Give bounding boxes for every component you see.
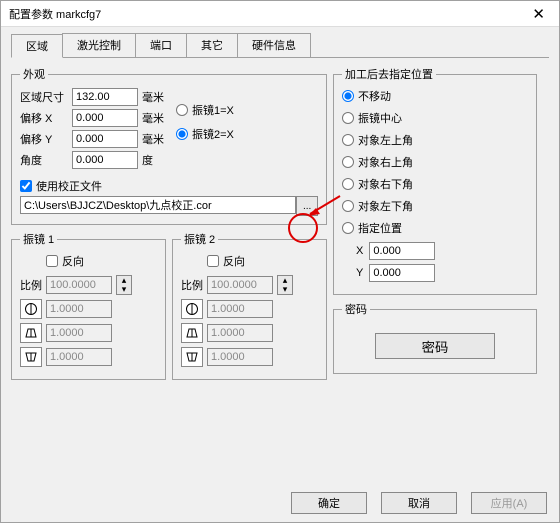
tab-laser[interactable]: 激光控制 bbox=[62, 33, 136, 57]
tab-port[interactable]: 端口 bbox=[135, 33, 187, 57]
galvo1-reverse[interactable]: 反向 bbox=[46, 253, 157, 269]
goto-opt-4[interactable]: 对象右下角 bbox=[342, 176, 528, 192]
galvo1-ratio bbox=[46, 276, 112, 294]
password-group: 密码 密码 bbox=[333, 301, 537, 374]
galvo1-ratio-spin[interactable]: ▴▾ bbox=[116, 275, 132, 295]
goto-opt-3[interactable]: 对象右上角 bbox=[342, 154, 528, 170]
goto-y-input[interactable] bbox=[369, 264, 435, 282]
size-label: 区域尺寸 bbox=[20, 89, 72, 105]
tabs: 区域 激光控制 端口 其它 硬件信息 bbox=[11, 33, 549, 58]
offy-label: 偏移 Y bbox=[20, 131, 72, 147]
barrel-icon bbox=[181, 299, 203, 319]
cor-file-path[interactable] bbox=[20, 196, 296, 214]
galvo1-v1 bbox=[46, 300, 112, 318]
galvo1-group: 振镜 1 反向 比例 ▴▾ bbox=[11, 231, 166, 380]
config-window: 配置参数 markcfg7 ✕ 区域 激光控制 端口 其它 硬件信息 外观 区域… bbox=[0, 0, 560, 523]
size-input[interactable] bbox=[72, 88, 138, 106]
goto-opt-5[interactable]: 对象左下角 bbox=[342, 198, 528, 214]
browse-button[interactable]: ... bbox=[296, 196, 318, 216]
offx-unit: 毫米 bbox=[142, 110, 164, 126]
galvo1-v2 bbox=[46, 324, 112, 342]
appearance-legend: 外观 bbox=[20, 66, 48, 82]
offy-unit: 毫米 bbox=[142, 131, 164, 147]
galvo2-v3 bbox=[207, 348, 273, 366]
apply-button[interactable]: 应用(A) bbox=[471, 492, 547, 514]
close-icon[interactable]: ✕ bbox=[526, 5, 551, 23]
galvo2-v1 bbox=[207, 300, 273, 318]
mirror2-radio[interactable]: 振镜2=X bbox=[176, 126, 234, 142]
trap-up-icon bbox=[20, 323, 42, 343]
appearance-group: 外观 区域尺寸 毫米 偏移 X 毫米 bbox=[11, 66, 327, 225]
goto-opt-2[interactable]: 对象左上角 bbox=[342, 132, 528, 148]
trap-down-icon bbox=[20, 347, 42, 367]
goto-opt-0[interactable]: 不移动 bbox=[342, 88, 528, 104]
goto-opt-1[interactable]: 振镜中心 bbox=[342, 110, 528, 126]
barrel-icon bbox=[20, 299, 42, 319]
use-cor-file-check[interactable]: 使用校正文件 bbox=[20, 178, 318, 194]
window-title: 配置参数 markcfg7 bbox=[9, 6, 101, 22]
cancel-button[interactable]: 取消 bbox=[381, 492, 457, 514]
goto-opt-6[interactable]: 指定位置 bbox=[342, 220, 528, 236]
galvo2-ratio-label: 比例 bbox=[181, 277, 203, 293]
galvo1-ratio-label: 比例 bbox=[20, 277, 42, 293]
trap-down-icon bbox=[181, 347, 203, 367]
offy-input[interactable] bbox=[72, 130, 138, 148]
mirror1-radio[interactable]: 振镜1=X bbox=[176, 102, 234, 118]
ok-button[interactable]: 确定 bbox=[291, 492, 367, 514]
galvo2-ratio bbox=[207, 276, 273, 294]
password-button[interactable]: 密码 bbox=[375, 333, 495, 359]
goto-x-label: X bbox=[356, 245, 363, 257]
galvo2-reverse[interactable]: 反向 bbox=[207, 253, 318, 269]
offx-label: 偏移 X bbox=[20, 110, 72, 126]
angle-label: 角度 bbox=[20, 152, 72, 168]
galvo2-group: 振镜 2 反向 比例 ▴▾ bbox=[172, 231, 327, 380]
galvo2-ratio-spin[interactable]: ▴▾ bbox=[277, 275, 293, 295]
goto-x-input[interactable] bbox=[369, 242, 435, 260]
tab-hwinfo[interactable]: 硬件信息 bbox=[237, 33, 311, 57]
galvo2-v2 bbox=[207, 324, 273, 342]
angle-unit: 度 bbox=[142, 152, 153, 168]
angle-input[interactable] bbox=[72, 151, 138, 169]
titlebar: 配置参数 markcfg7 ✕ bbox=[1, 1, 559, 27]
goto-y-label: Y bbox=[356, 267, 363, 279]
dialog-footer: 确定 取消 应用(A) bbox=[291, 492, 547, 514]
trap-up-icon bbox=[181, 323, 203, 343]
tab-other[interactable]: 其它 bbox=[186, 33, 238, 57]
size-unit: 毫米 bbox=[142, 89, 164, 105]
galvo1-v3 bbox=[46, 348, 112, 366]
offx-input[interactable] bbox=[72, 109, 138, 127]
tab-area[interactable]: 区域 bbox=[11, 34, 63, 58]
goto-group: 加工后去指定位置 不移动 振镜中心 对象左上角 对象右上角 对象右下角 对象左下… bbox=[333, 66, 537, 295]
